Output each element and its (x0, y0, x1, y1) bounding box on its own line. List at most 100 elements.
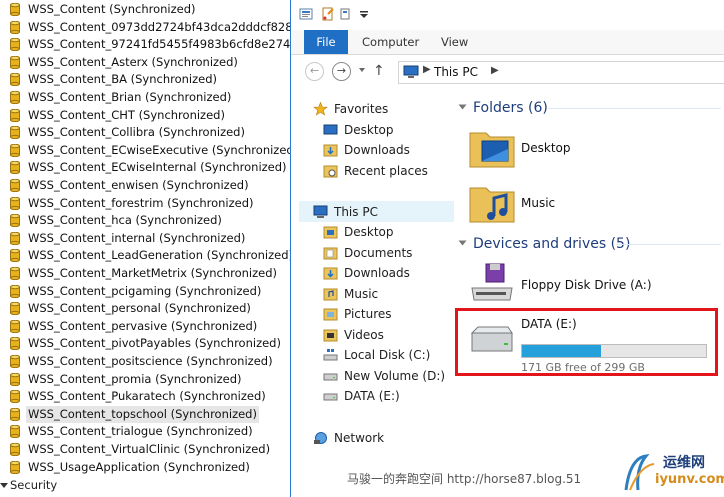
pictures-folder-icon (323, 308, 338, 321)
divider (548, 108, 721, 109)
db-tree-label: WSS_Content_internal (Synchronized) (28, 230, 246, 245)
tab-view[interactable]: View (441, 30, 468, 54)
folder-tile-music[interactable]: Music (464, 176, 719, 230)
drive-icon (470, 326, 513, 352)
database-icon (10, 73, 20, 87)
db-tree-label: WSS_Content_BA (Synchronized) (28, 72, 218, 87)
recent-locations-chevron-icon[interactable] (359, 68, 365, 72)
db-tree-label: WSS_Content (Synchronized) (28, 2, 196, 16)
breadcrumb-location[interactable]: This PC (434, 62, 478, 83)
database-icon (10, 372, 20, 386)
group-header-folders[interactable]: Folders (6) (458, 98, 548, 118)
nav-label: Desktop (344, 123, 394, 137)
database-icon (10, 55, 20, 69)
database-icon (10, 302, 20, 316)
database-icon (10, 143, 20, 157)
nav-label: Documents (344, 246, 413, 260)
rename-icon[interactable] (339, 7, 353, 21)
breadcrumb-chevron-icon[interactable]: ▶ (423, 64, 431, 75)
drive-icon (323, 373, 338, 381)
db-tree-label: WSS_Content_enwisen (Synchronized) (28, 178, 249, 192)
floppy-drive-icon (471, 263, 513, 301)
database-icon (10, 179, 20, 192)
computer-icon (403, 65, 419, 78)
watermark-text: 马骏一的奔跑空间 http://horse87.blog.51 (347, 472, 582, 486)
tile-label: Music (521, 196, 556, 210)
database-icon (10, 425, 20, 439)
db-tree-label: WSS_Content_Pukaratech (Synchronized) (28, 389, 266, 404)
database-icon (10, 390, 20, 404)
group-header-label: Folders (6) (473, 100, 548, 116)
drive-tile-floppy[interactable]: Floppy Disk Drive (A:) (464, 258, 719, 312)
expand-chevron-icon[interactable] (0, 483, 8, 488)
database-icon (10, 319, 20, 333)
db-tree-label: WSS_Content_Collibra (Synchronized) (28, 125, 245, 140)
back-button[interactable]: ← (305, 62, 324, 81)
drive-tile-data-e[interactable]: DATA (E:) 171 GB free of 299 GB (464, 313, 719, 374)
nav-label: Music (344, 287, 379, 301)
db-tree-label: WSS_Content_ECwiseInternal (Synchronized… (28, 160, 287, 175)
desktop-icon (323, 124, 338, 135)
db-tree-label: WSS_Content_pivotPayables (Synchronized) (28, 336, 281, 351)
nav-label: Recent places (344, 164, 428, 178)
database-icon (10, 249, 20, 263)
nav-label: Videos (344, 328, 384, 342)
database-icon (10, 337, 20, 351)
db-tree-label: WSS_Content_CHT (Synchronized) (28, 107, 225, 122)
tab-computer[interactable]: Computer (362, 30, 419, 54)
db-tree-label: WSS_UsageApplication (Synchronized) (28, 459, 250, 474)
quick-access-dropdown-icon[interactable] (357, 7, 371, 21)
nav-label: DATA (E:) (344, 389, 400, 403)
db-tree-label: WSS_Content_forestrim (Synchronized) (28, 195, 254, 210)
db-tree-label: WSS_Content_ECwiseExecutive (Synchronize… (28, 142, 290, 157)
folder-tile-desktop[interactable]: Desktop (464, 121, 719, 175)
chevron-down-icon (458, 104, 467, 110)
group-header-devices[interactable]: Devices and drives (5) (458, 234, 631, 254)
nav-label: Network (334, 431, 385, 445)
db-tree-label: WSS_Content_hca (Synchronized) (28, 213, 222, 228)
downloads-folder-icon (323, 144, 338, 157)
downloads-folder-icon (323, 267, 338, 280)
nav-label: Local Disk (C:) (344, 348, 431, 362)
database-icon (10, 407, 20, 421)
nav-label: New Volume (D:) (344, 369, 446, 383)
db-tree-label: WSS_Content_Brian (Synchronized) (28, 90, 232, 104)
db-tree-label: Security (10, 478, 58, 492)
tile-label: Desktop (521, 141, 571, 155)
nav-label: This PC (334, 205, 378, 219)
arrow-right-icon: → (336, 64, 347, 77)
star-icon (313, 102, 328, 116)
file-explorer-window: File Computer View ← → ↑ ▶ This PC ▶ Fav… (290, 0, 724, 497)
desktop-folder-icon (323, 226, 338, 239)
address-bar[interactable]: ▶ This PC ▶ (398, 61, 724, 84)
title-bar (291, 0, 724, 30)
db-tree-label: WSS_Content_MarketMetrix (Synchronized) (28, 266, 278, 280)
db-tree-label: WSS_Content_97241fd5455f4983b6cfd8e274b0… (28, 37, 290, 52)
database-icon (10, 267, 20, 280)
db-tree-label: WSS_Content_VirtualClinic (Synchronized) (28, 442, 271, 456)
drive-name: DATA (E:) (521, 317, 577, 331)
navigation-pane: Favorites Desktop Downloads Recent place… (291, 90, 454, 497)
breadcrumb-chevron-icon[interactable]: ▶ (491, 65, 499, 76)
database-icon (10, 355, 20, 368)
db-tree-label: WSS_Content_pcigaming (Synchronized) (28, 283, 262, 298)
forward-button[interactable]: → (332, 62, 351, 81)
db-tree-security[interactable]: Security (0, 477, 290, 494)
properties-icon[interactable] (299, 7, 313, 21)
content-pane: Folders (6) Desktop Music Devices and dr… (454, 90, 724, 497)
db-tree-label: WSS_Content_trialogue (Synchronized) (28, 424, 253, 439)
up-button[interactable]: ↑ (373, 63, 385, 79)
database-icon (10, 91, 20, 104)
database-icon (10, 196, 20, 210)
database-icon (10, 108, 20, 122)
arrow-left-icon: ← (309, 64, 320, 77)
tab-file[interactable]: File (304, 30, 348, 54)
database-icon (10, 231, 20, 245)
ribbon-tabs: File Computer View (291, 30, 724, 55)
group-header-label: Devices and drives (5) (473, 236, 631, 252)
database-icon (10, 126, 20, 140)
music-folder-icon (323, 288, 338, 301)
videos-folder-icon (323, 329, 338, 342)
new-folder-icon[interactable] (321, 7, 335, 21)
network-icon (314, 432, 327, 444)
